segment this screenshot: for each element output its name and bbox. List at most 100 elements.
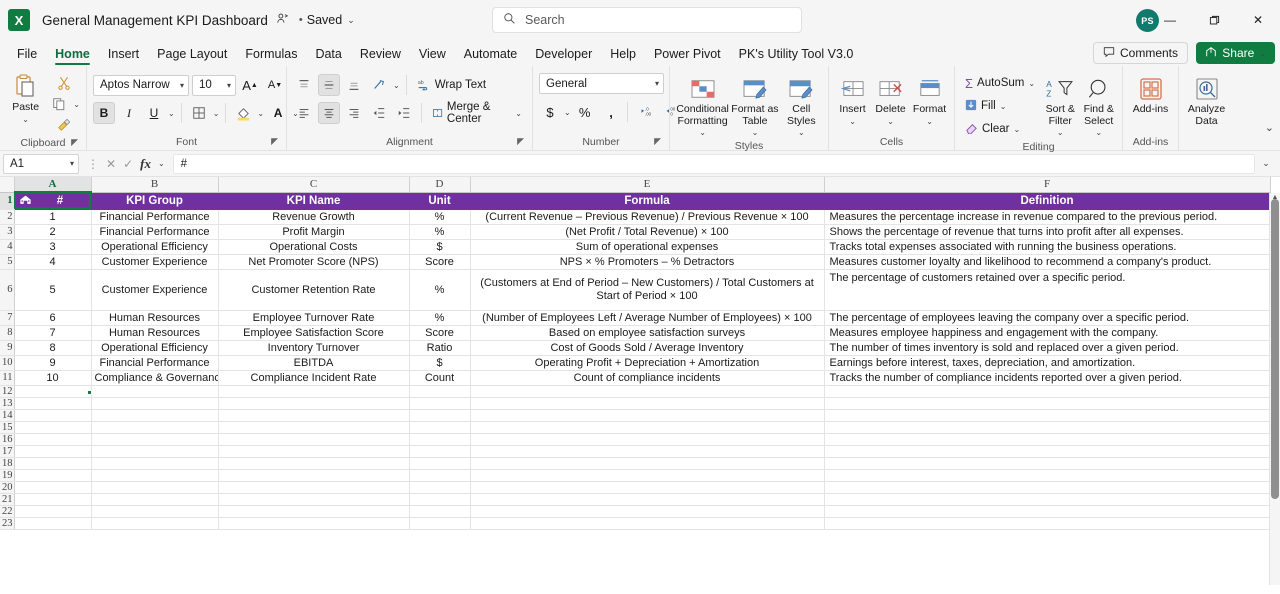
cell-c21[interactable] bbox=[218, 493, 410, 506]
cell-d10[interactable]: $ bbox=[409, 355, 471, 371]
cell-e6[interactable]: (Customers at End of Period – New Custom… bbox=[470, 269, 825, 311]
decrease-font-size-button[interactable]: A ▼ bbox=[264, 74, 286, 96]
align-top-button[interactable] bbox=[293, 74, 315, 96]
table-row[interactable]: 23 bbox=[0, 517, 1271, 530]
cell-c8[interactable]: Employee Satisfaction Score bbox=[218, 325, 410, 341]
cell-b6[interactable]: Customer Experience bbox=[91, 269, 219, 311]
cell-c10[interactable]: EBITDA bbox=[218, 355, 410, 371]
cell-e21[interactable] bbox=[470, 493, 825, 506]
tab-data[interactable]: Data bbox=[306, 42, 350, 66]
cell-b14[interactable] bbox=[91, 409, 219, 422]
document-title[interactable]: General Management KPI Dashboard bbox=[42, 13, 268, 28]
paste-button[interactable]: Paste ⌄ bbox=[6, 70, 45, 125]
save-status[interactable]: Saved bbox=[307, 13, 342, 27]
cell-a20[interactable] bbox=[14, 481, 92, 494]
cell-d19[interactable] bbox=[409, 469, 471, 482]
cell-e7[interactable]: (Number of Employees Left / Average Numb… bbox=[470, 310, 825, 326]
cell-c15[interactable] bbox=[218, 421, 410, 434]
row-header-14[interactable]: 14 bbox=[0, 409, 15, 422]
sort-filter-button[interactable]: AZ Sort & Filter ⌄ bbox=[1043, 72, 1078, 139]
cell-e2[interactable]: (Current Revenue – Previous Revenue) / P… bbox=[470, 209, 825, 225]
table-row[interactable]: 22 bbox=[0, 505, 1271, 518]
cell-f18[interactable] bbox=[824, 457, 1271, 470]
cell-e23[interactable] bbox=[470, 517, 825, 530]
cell-c22[interactable] bbox=[218, 505, 410, 518]
table-row[interactable]: 5 4 Customer Experience Net Promoter Sco… bbox=[0, 254, 1271, 270]
cell-e10[interactable]: Operating Profit + Depreciation + Amorti… bbox=[470, 355, 825, 371]
cell-f4[interactable]: Tracks total expenses associated with ru… bbox=[824, 239, 1271, 255]
cell-d17[interactable] bbox=[409, 445, 471, 458]
cell-a9[interactable]: 8 bbox=[14, 340, 92, 356]
cell-c5[interactable]: Net Promoter Score (NPS) bbox=[218, 254, 410, 270]
cell-b1[interactable]: KPI Group bbox=[91, 192, 219, 210]
row-header-19[interactable]: 19 bbox=[0, 469, 15, 482]
row-header-20[interactable]: 20 bbox=[0, 481, 15, 494]
minimize-button[interactable]: — bbox=[1148, 0, 1192, 40]
cell-d7[interactable]: % bbox=[409, 310, 471, 326]
cell-d13[interactable] bbox=[409, 397, 471, 410]
insert-function-icon[interactable]: fx bbox=[140, 156, 151, 172]
column-header-e[interactable]: E bbox=[470, 177, 825, 193]
cell-c18[interactable] bbox=[218, 457, 410, 470]
decrease-indent-button[interactable] bbox=[368, 102, 390, 124]
row-header-22[interactable]: 22 bbox=[0, 505, 15, 518]
table-row[interactable]: 20 bbox=[0, 481, 1271, 494]
conditional-formatting-button[interactable]: Conditional Formatting ⌄ bbox=[676, 72, 729, 139]
row-header-17[interactable]: 17 bbox=[0, 445, 15, 458]
tab-help[interactable]: Help bbox=[601, 42, 645, 66]
cell-b19[interactable] bbox=[91, 469, 219, 482]
cell-f21[interactable] bbox=[824, 493, 1271, 506]
cancel-entry-icon[interactable]: ✕ bbox=[106, 157, 116, 171]
cell-f2[interactable]: Measures the percentage increase in reve… bbox=[824, 209, 1271, 225]
merge-center-button[interactable]: Merge & Center ⌄ bbox=[428, 101, 526, 125]
cell-e4[interactable]: Sum of operational expenses bbox=[470, 239, 825, 255]
cell-f7[interactable]: The percentage of employees leaving the … bbox=[824, 310, 1271, 326]
cell-b7[interactable]: Human Resources bbox=[91, 310, 219, 326]
wrap-text-button[interactable]: ab Wrap Text bbox=[413, 74, 490, 96]
format-as-table-button[interactable]: Format as Table ⌄ bbox=[731, 72, 779, 139]
cell-c13[interactable] bbox=[218, 397, 410, 410]
cell-c4[interactable]: Operational Costs bbox=[218, 239, 410, 255]
cell-f17[interactable] bbox=[824, 445, 1271, 458]
cell-a4[interactable]: 3 bbox=[14, 239, 92, 255]
cell-b13[interactable] bbox=[91, 397, 219, 410]
collapse-ribbon-button[interactable]: ⌄ bbox=[1265, 121, 1274, 134]
clear-button[interactable]: Clear ⌄ bbox=[961, 118, 1039, 140]
row-header-10[interactable]: 10 bbox=[0, 355, 15, 371]
cell-e19[interactable] bbox=[470, 469, 825, 482]
name-box[interactable]: A1 ▾ bbox=[3, 153, 79, 174]
cell-f3[interactable]: Shows the percentage of revenue that tur… bbox=[824, 224, 1271, 240]
bold-button[interactable]: B bbox=[93, 102, 115, 124]
tab-formulas[interactable]: Formulas bbox=[236, 42, 306, 66]
cut-button[interactable] bbox=[48, 72, 80, 94]
table-row[interactable]: 2 1 Financial Performance Revenue Growth… bbox=[0, 209, 1271, 225]
cell-f22[interactable] bbox=[824, 505, 1271, 518]
cell-e20[interactable] bbox=[470, 481, 825, 494]
borders-button[interactable] bbox=[188, 102, 210, 124]
dialog-launcher-icon[interactable]: ◤ bbox=[654, 134, 661, 149]
column-header-b[interactable]: B bbox=[91, 177, 219, 193]
cell-d11[interactable]: Count bbox=[409, 370, 471, 386]
cell-a1[interactable]: # bbox=[14, 192, 92, 210]
cell-e18[interactable] bbox=[470, 457, 825, 470]
cell-d22[interactable] bbox=[409, 505, 471, 518]
vertical-scrollbar-thumb[interactable] bbox=[1271, 199, 1279, 499]
table-row[interactable]: 21 bbox=[0, 493, 1271, 506]
chevron-down-icon[interactable]: ⌄ bbox=[347, 15, 355, 26]
chevron-down-icon[interactable]: ⌄ bbox=[393, 81, 400, 90]
delete-cells-button[interactable]: Delete ⌄ bbox=[872, 72, 909, 127]
cell-c16[interactable] bbox=[218, 433, 410, 446]
formula-input[interactable]: # bbox=[172, 153, 1255, 174]
cell-d23[interactable] bbox=[409, 517, 471, 530]
cell-a15[interactable] bbox=[14, 421, 92, 434]
cell-e9[interactable]: Cost of Goods Sold / Average Inventory bbox=[470, 340, 825, 356]
cell-b17[interactable] bbox=[91, 445, 219, 458]
table-row[interactable]: 12 bbox=[0, 385, 1271, 398]
table-row[interactable]: 10 9 Financial Performance EBITDA $ Oper… bbox=[0, 355, 1271, 371]
row-header-11[interactable]: 11 bbox=[0, 370, 15, 386]
fill-button[interactable]: Fill ⌄ bbox=[961, 95, 1039, 117]
cell-d12[interactable] bbox=[409, 385, 471, 398]
percent-format-button[interactable]: % bbox=[574, 101, 596, 123]
table-row[interactable]: 17 bbox=[0, 445, 1271, 458]
cell-b23[interactable] bbox=[91, 517, 219, 530]
